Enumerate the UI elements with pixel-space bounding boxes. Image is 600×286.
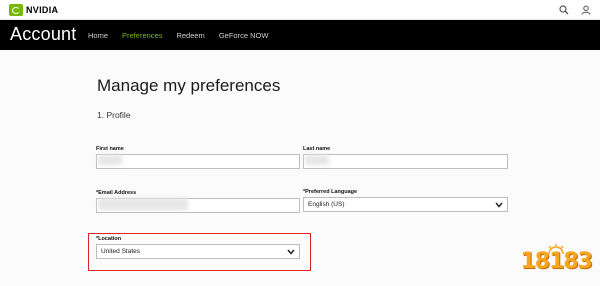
nav-home[interactable]: Home bbox=[88, 31, 108, 40]
main-content: Manage my preferences 1. Profile First n… bbox=[0, 50, 600, 286]
top-bar: NVIDIA bbox=[0, 0, 600, 20]
nav-preferences[interactable]: Preferences bbox=[122, 31, 162, 40]
first-name-field: First name bbox=[96, 146, 300, 169]
nvidia-logo[interactable]: NVIDIA bbox=[9, 3, 58, 17]
language-value: English (US) bbox=[308, 201, 345, 208]
first-name-input[interactable] bbox=[96, 154, 300, 169]
redacted-value bbox=[305, 155, 329, 165]
nav-geforce-now[interactable]: GeForce NOW bbox=[219, 31, 269, 40]
language-field: *Preferred Language English (US) bbox=[303, 189, 508, 212]
last-name-label: Last name bbox=[303, 146, 331, 152]
nav-redeem[interactable]: Redeem bbox=[176, 31, 204, 40]
first-name-label: First name bbox=[96, 146, 124, 152]
redacted-value bbox=[98, 198, 188, 210]
page-title: Manage my preferences bbox=[97, 76, 281, 95]
account-navbar: Account Home Preferences Redeem GeForce … bbox=[0, 20, 600, 50]
nvidia-eye-icon bbox=[9, 4, 23, 16]
email-label: *Email Address bbox=[96, 190, 137, 196]
sun-icon bbox=[545, 241, 567, 255]
last-name-field: Last name bbox=[303, 146, 508, 169]
last-name-input[interactable] bbox=[303, 154, 508, 169]
account-title[interactable]: Account bbox=[10, 24, 76, 45]
language-label: *Preferred Language bbox=[303, 189, 358, 195]
section-title: 1. Profile bbox=[97, 110, 131, 120]
search-icon[interactable] bbox=[558, 4, 570, 16]
redacted-value bbox=[98, 155, 122, 165]
watermark-logo: 18183 bbox=[520, 241, 593, 274]
logo-text: NVIDIA bbox=[26, 5, 59, 15]
location-highlight-box bbox=[88, 233, 311, 271]
nav-menu: Home Preferences Redeem GeForce NOW bbox=[88, 20, 268, 50]
user-icon[interactable] bbox=[580, 4, 592, 16]
chevron-down-icon bbox=[495, 201, 503, 209]
language-select[interactable]: English (US) bbox=[303, 197, 508, 212]
email-field: *Email Address bbox=[96, 190, 300, 213]
